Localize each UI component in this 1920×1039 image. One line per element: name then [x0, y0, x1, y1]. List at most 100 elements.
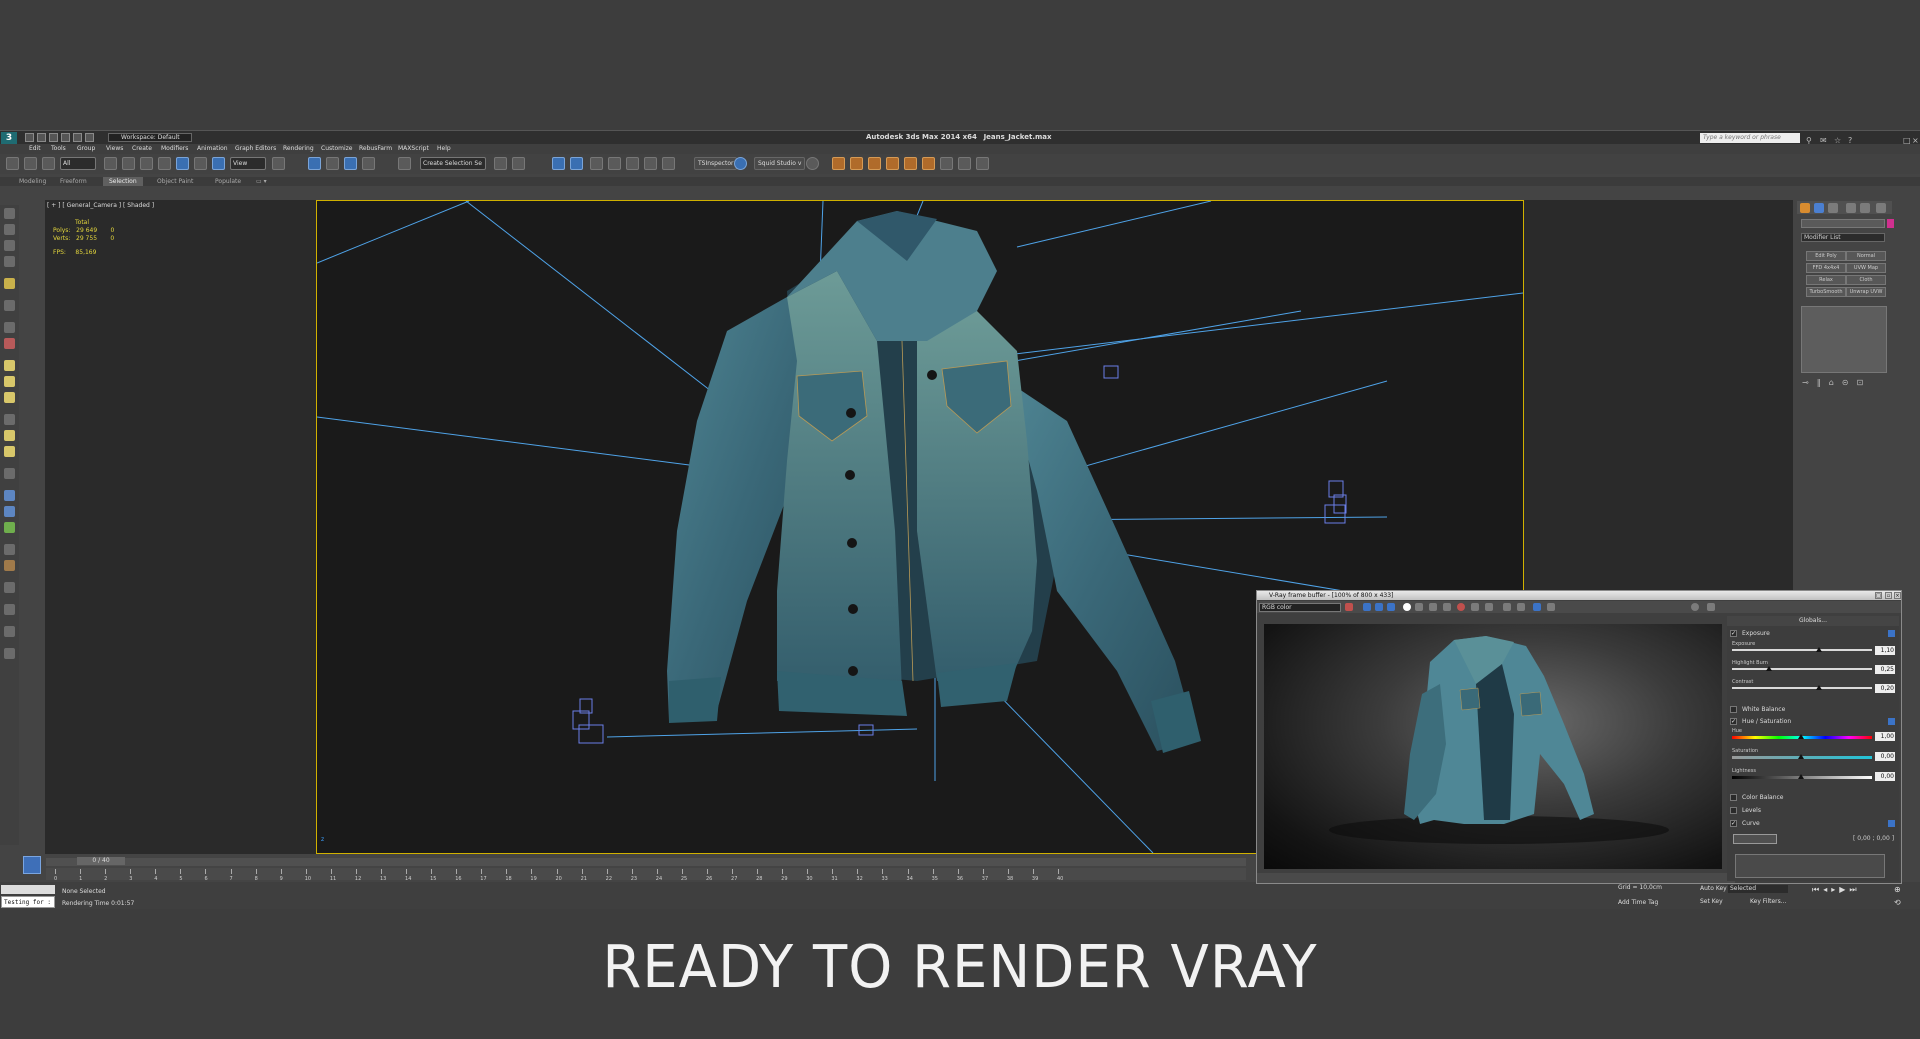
tool-icon-12[interactable]	[4, 414, 15, 425]
modifier-cloth-button[interactable]: Cloth	[1846, 275, 1886, 285]
vfb-save-icon[interactable]	[1429, 603, 1437, 611]
curve-checkbox[interactable]: ✓	[1730, 820, 1737, 827]
hue-sat-options-icon[interactable]	[1888, 718, 1895, 725]
menu-create[interactable]: Create	[132, 144, 152, 154]
vfb-green-channel-icon[interactable]	[1375, 603, 1383, 611]
set-key-button[interactable]: Set Key	[1700, 898, 1723, 905]
auto-key-button[interactable]: Auto Key	[1700, 885, 1727, 892]
globals-button[interactable]: Globals...	[1727, 616, 1899, 626]
tool-icon-15[interactable]	[4, 468, 15, 479]
zoom-extents-icon[interactable]: ⊕	[1894, 885, 1901, 894]
tab-object-paint[interactable]: Object Paint	[157, 177, 193, 186]
pin-icon[interactable]	[958, 157, 971, 170]
angle-snap-icon[interactable]	[344, 157, 357, 170]
menu-modifiers[interactable]: Modifiers	[161, 144, 188, 154]
vfb-restore-icon[interactable]: ▫	[1885, 592, 1892, 599]
menu-tools[interactable]: Tools	[51, 144, 66, 154]
workspace-dropdown[interactable]: Workspace: Default	[108, 133, 192, 142]
vray-frame-buffer-window[interactable]: V-Ray frame buffer - [100% of 800 x 433]…	[1256, 590, 1902, 884]
select-rotate-icon[interactable]	[194, 157, 207, 170]
tree-icon[interactable]	[4, 522, 15, 533]
pivot-center-icon[interactable]	[272, 157, 285, 170]
maxscript-input[interactable]: Testing for :	[1, 896, 55, 908]
curve-editor-icon[interactable]	[590, 157, 603, 170]
color-balance-checkbox[interactable]	[1730, 794, 1737, 801]
light-icon[interactable]	[4, 278, 15, 289]
object-color-swatch[interactable]	[1887, 219, 1894, 228]
spacewarp-icon[interactable]	[4, 506, 15, 517]
modifier-edit-poly-button[interactable]: Edit Poly	[1806, 251, 1846, 261]
orbit-icon[interactable]: ⟲	[1894, 898, 1901, 907]
levels-checkbox[interactable]	[1730, 807, 1737, 814]
vfb-render-icon[interactable]	[1457, 603, 1465, 611]
ts-icon[interactable]	[734, 157, 747, 170]
modifier-normal-button[interactable]: Normal	[1846, 251, 1886, 261]
omni-icon[interactable]	[4, 392, 15, 403]
tool-extra-icon[interactable]	[976, 157, 989, 170]
tool-icon-23[interactable]	[4, 626, 15, 637]
mini-listener-icon[interactable]	[23, 856, 41, 874]
sphere-light-icon[interactable]	[4, 360, 15, 371]
bind-spacewarp-icon[interactable]	[42, 157, 55, 170]
vfb-region-icon[interactable]	[1485, 603, 1493, 611]
unlink-icon[interactable]	[24, 157, 37, 170]
exposure-checkbox[interactable]: ✓	[1730, 630, 1737, 637]
selection-filter-dropdown[interactable]: All	[60, 157, 96, 170]
vfb-lens-fx-icon[interactable]	[1503, 603, 1511, 611]
menu-help[interactable]: Help	[437, 144, 451, 154]
align-icon[interactable]	[512, 157, 525, 170]
menu-views[interactable]: Views	[106, 144, 123, 154]
playback-controls[interactable]: ⏮◂▸▶⏭	[1812, 885, 1861, 895]
dome-icon[interactable]	[4, 446, 15, 457]
add-time-tag-button[interactable]: Add Time Tag	[1618, 899, 1658, 906]
modifier-stack[interactable]	[1801, 306, 1887, 373]
curve-graph[interactable]	[1735, 854, 1885, 878]
teapot-render-icon[interactable]	[832, 157, 845, 170]
tool-icon-1[interactable]	[4, 208, 15, 219]
active-shade-icon[interactable]	[868, 157, 881, 170]
snaps-toggle-icon[interactable]	[326, 157, 339, 170]
vfb-load-icon[interactable]	[1443, 603, 1451, 611]
tab-modeling[interactable]: Modeling	[19, 177, 46, 186]
select-by-name-icon[interactable]	[122, 157, 135, 170]
time-slider-handle[interactable]: 0 / 40	[77, 857, 125, 865]
tool-icon-6[interactable]	[4, 300, 15, 311]
vfb-clear-icon[interactable]	[1471, 603, 1479, 611]
curve-options-icon[interactable]	[1888, 820, 1895, 827]
save-file-icon[interactable]	[49, 133, 58, 142]
tool-icon-3[interactable]	[4, 240, 15, 251]
keyword-search-input[interactable]: Type a keyword or phrase	[1700, 133, 1800, 143]
rect-selection-icon[interactable]	[140, 157, 153, 170]
named-selection-dropdown[interactable]: Create Selection Se	[420, 157, 486, 170]
tool-icon-4[interactable]	[4, 256, 15, 267]
vfb-maximize-icon[interactable]: □	[1875, 592, 1882, 599]
link-icon[interactable]	[6, 157, 19, 170]
open-folder-icon[interactable]	[904, 157, 917, 170]
grid-icon[interactable]	[4, 604, 15, 615]
highlight-burn-value[interactable]: 0,25	[1875, 665, 1895, 674]
modifier-relax-button[interactable]: Relax	[1806, 275, 1846, 285]
select-scale-icon[interactable]	[212, 157, 225, 170]
helper-icon[interactable]	[4, 490, 15, 501]
motion-tab-icon[interactable]	[1846, 203, 1856, 213]
viewport-label[interactable]: [ + ] [ General_Camera ] [ Shaded ]	[47, 202, 154, 209]
redo-icon[interactable]	[73, 133, 82, 142]
vfb-red-channel-icon[interactable]	[1363, 603, 1371, 611]
open-file-icon[interactable]	[37, 133, 46, 142]
stack-controls[interactable]: ⊸‖⌂⊝⊡	[1802, 378, 1871, 387]
tool-icon-24[interactable]	[4, 648, 15, 659]
modifier-turbosmooth-button[interactable]: TurboSmooth	[1806, 287, 1846, 297]
vfb-color-corrections-icon[interactable]	[1533, 603, 1541, 611]
new-file-icon[interactable]	[25, 133, 34, 142]
tool-icon-2[interactable]	[4, 224, 15, 235]
curve-preview[interactable]	[1733, 834, 1777, 844]
vfb-close-icon[interactable]: ×	[1894, 592, 1901, 599]
key-selection-dropdown[interactable]: Selected	[1728, 885, 1788, 893]
project-folder-icon[interactable]	[85, 133, 94, 142]
percent-snap-icon[interactable]	[362, 157, 375, 170]
modifier-ffd-button[interactable]: FFD 4x4x4	[1806, 263, 1846, 273]
vfb-settings-icon[interactable]	[1517, 603, 1525, 611]
menu-graph-editors[interactable]: Graph Editors	[235, 144, 276, 154]
material-editor-icon[interactable]	[626, 157, 639, 170]
maxscript-listener-output[interactable]	[1, 885, 55, 894]
